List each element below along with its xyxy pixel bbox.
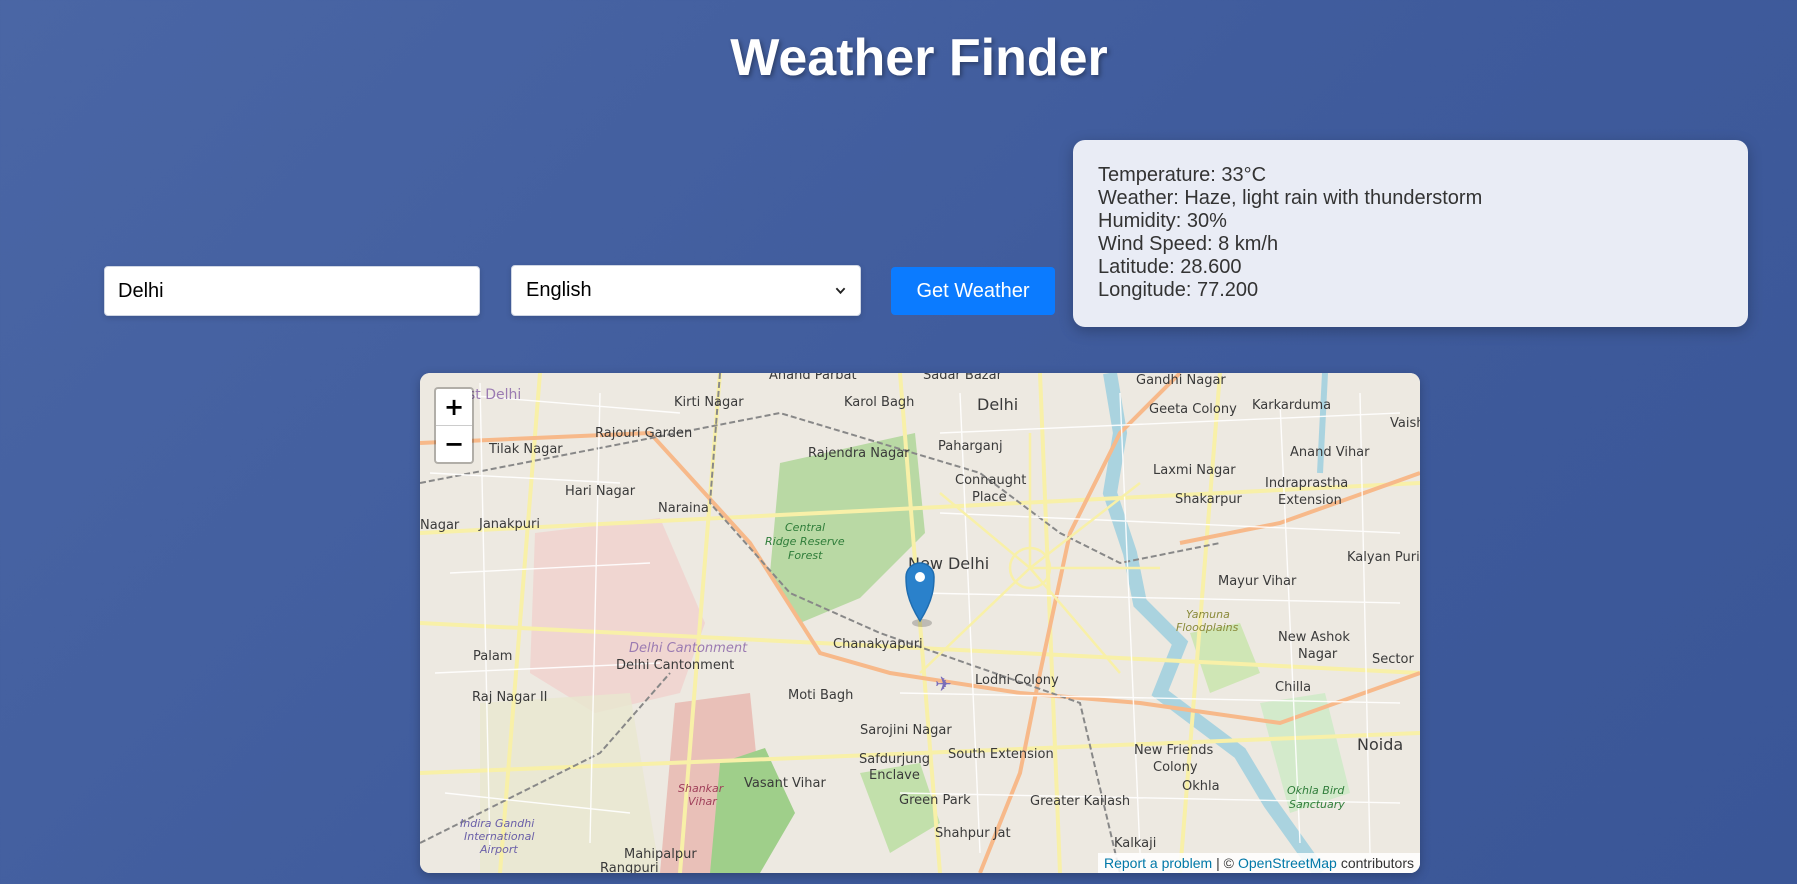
attribution-suffix: contributors (1340, 855, 1414, 871)
map-label-shakarpur: Shakarpur (1175, 492, 1243, 507)
map-label-noida: Noida (1357, 735, 1403, 754)
weather-conditions-text: Weather: Haze, light rain with thunderst… (1098, 187, 1483, 209)
map-label-chanakyapuri: Chanakyapuri (833, 637, 923, 652)
wind-speed-text: Wind Speed: 8 km/h (1098, 233, 1279, 255)
map-attribution: Report a problem | © OpenStreetMap contr… (1097, 853, 1420, 873)
map-label-sadar-bazar: Sadar Bazar (923, 373, 1003, 383)
map-label-new-friends-2: Colony (1153, 760, 1198, 775)
map-label-anand-parbat: Anand Parbat (769, 373, 857, 383)
map-label-yamuna-1: Yamuna (1186, 608, 1230, 621)
map-label-hari-nagar: Hari Nagar (565, 484, 636, 499)
zoom-out-button[interactable]: − (436, 426, 472, 462)
map-label-janakpuri: Janakpuri (478, 517, 540, 532)
map-label-okhla-bird-1: Okhla Bird (1287, 784, 1345, 797)
language-select-value: English (526, 279, 592, 301)
map-label-gandhi-nagar: Gandhi Nagar (1136, 373, 1226, 388)
openstreetmap-link[interactable]: OpenStreetMap (1238, 855, 1337, 871)
report-problem-link[interactable]: Report a problem (1104, 855, 1212, 871)
map-label-ridge-2: Ridge Reserve (765, 535, 845, 548)
map-label-delhi-cant-italic: Delhi Cantonment (629, 641, 748, 656)
map-label-connaught-1: Connaught (955, 473, 1026, 488)
map-label-paharganj: Paharganj (938, 439, 1003, 454)
attribution-separator: | © (1216, 855, 1234, 871)
map-label-kalyan-puri: Kalyan Puri (1347, 550, 1420, 565)
weather-result-card: Temperature: 33°C Weather: Haze, light r… (1073, 140, 1748, 327)
map-label-delhi-cantonment: Delhi Cantonment (616, 658, 734, 673)
language-select[interactable]: English (511, 265, 861, 316)
map-label-safdarjung-2: Enclave (869, 768, 920, 783)
map-label-indraprastha-1: Indraprastha (1265, 476, 1348, 491)
zoom-control: + − (434, 387, 474, 464)
map-label-sector: Sector (1372, 652, 1414, 667)
map-label-sarojini-nagar: Sarojini Nagar (860, 723, 952, 738)
humidity-text: Humidity: 30% (1098, 210, 1227, 232)
map-label-yamuna-2: Floodplains (1176, 621, 1239, 634)
chevron-down-icon (835, 287, 846, 295)
zoom-in-button[interactable]: + (436, 389, 472, 426)
map-label-moti-bagh: Moti Bagh (788, 688, 853, 703)
map-label-anand-vihar: Anand Vihar (1290, 445, 1370, 460)
map-label-west-delhi: st Delhi (468, 387, 521, 403)
map-label-geeta-colony: Geeta Colony (1149, 402, 1237, 417)
map-label-igi-1: Indira Gandhi (460, 817, 534, 830)
map-label-kirti-nagar: Kirti Nagar (674, 395, 744, 410)
map-label-mahipalpur: Mahipalpur (624, 847, 697, 862)
map-label-raj-nagar: Raj Nagar II (472, 690, 548, 705)
map-label-south-extension: South Extension (948, 747, 1054, 762)
city-input[interactable] (104, 266, 480, 316)
map-label-karol-bagh: Karol Bagh (844, 395, 914, 410)
map-label-igi-3: Airport (479, 843, 518, 856)
map-label-okhla: Okhla (1182, 779, 1220, 794)
map-label-okhla-bird-2: Sanctuary (1289, 798, 1345, 811)
latitude-text: Latitude: 28.600 (1098, 256, 1242, 278)
map-label-safdarjung-1: Safdurjung (859, 752, 930, 767)
svg-text:✈: ✈ (935, 672, 952, 696)
map-label-new-friends-1: New Friends (1134, 743, 1213, 758)
map-label-new-ashok-1: New Ashok (1278, 630, 1350, 645)
map-label-vaish: Vaish (1390, 416, 1420, 431)
map-label-laxmi-nagar: Laxmi Nagar (1153, 463, 1236, 478)
map-label-karkarduma: Karkarduma (1252, 398, 1331, 413)
map-label-nagar-left: Nagar (420, 518, 460, 533)
map-label-rangpuri: Rangpuri (600, 861, 659, 873)
map-label-connaught-2: Place (972, 490, 1007, 505)
map-label-shankar-1: Shankar (678, 782, 725, 795)
map-label-ridge-1: Central (785, 521, 825, 534)
map-label-chilla: Chilla (1275, 680, 1311, 695)
map-label-green-park: Green Park (899, 793, 971, 808)
map-label-naraina: Naraina (658, 501, 709, 516)
map-label-kalkaji: Kalkaji (1114, 836, 1156, 851)
map-label-tilak-nagar: Tilak Nagar (488, 442, 563, 457)
map-label-greater-kailash: Greater Kailash (1030, 794, 1130, 809)
map-label-lodhi-colony: Lodhi Colony (975, 673, 1059, 688)
map-label-new-ashok-2: Nagar (1298, 647, 1338, 662)
map-label-mayur-vihar: Mayur Vihar (1218, 574, 1297, 589)
map-tiles[interactable]: ✈ Anand Parbat Sadar Bazar Gandhi Nagar … (420, 373, 1420, 873)
map-label-rajouri-garden: Rajouri Garden (595, 426, 692, 441)
page-title: Weather Finder (730, 29, 1108, 87)
map-label-ridge-3: Forest (788, 549, 823, 562)
map-view[interactable]: ✈ Anand Parbat Sadar Bazar Gandhi Nagar … (420, 373, 1420, 873)
map-label-palam: Palam (473, 649, 512, 664)
map-label-shankar-2: Vihar (688, 795, 718, 808)
map-label-igi-2: International (464, 830, 534, 843)
map-label-vasant-vihar: Vasant Vihar (744, 776, 826, 791)
temperature-text: Temperature: 33°C (1098, 164, 1267, 186)
map-label-indraprastha-2: Extension (1278, 493, 1342, 508)
get-weather-button[interactable]: Get Weather (891, 267, 1055, 315)
longitude-text: Longitude: 77.200 (1098, 279, 1259, 301)
map-label-delhi: Delhi (977, 395, 1018, 414)
map-label-shahpur-jat: Shahpur Jat (935, 826, 1011, 841)
map-label-rajendra-nagar: Rajendra Nagar (808, 446, 910, 461)
